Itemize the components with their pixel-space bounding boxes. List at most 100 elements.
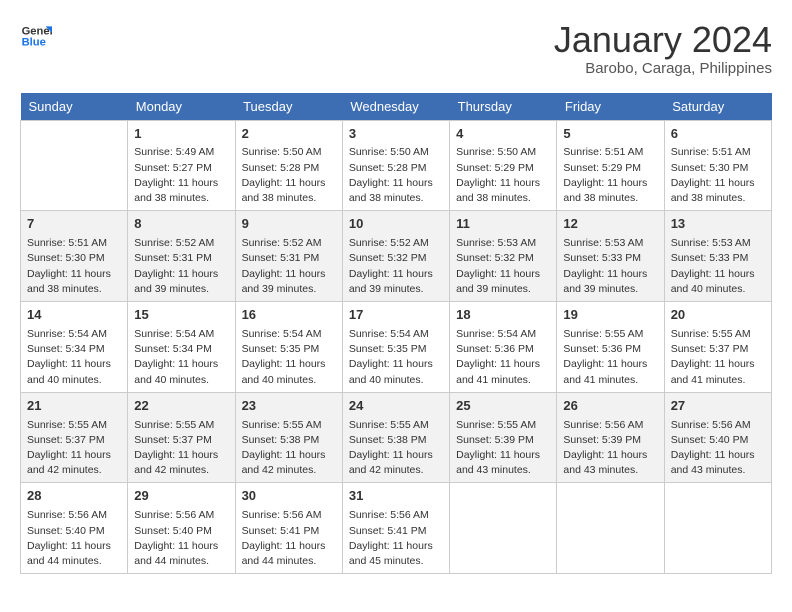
title-block: January 2024 Barobo, Caraga, Philippines <box>554 20 772 77</box>
day-info: Sunrise: 5:56 AM Sunset: 5:39 PM Dayligh… <box>563 418 657 479</box>
day-info: Sunrise: 5:54 AM Sunset: 5:35 PM Dayligh… <box>242 327 336 388</box>
day-info: Sunrise: 5:54 AM Sunset: 5:34 PM Dayligh… <box>27 327 121 388</box>
calendar-cell: 14 Sunrise: 5:54 AM Sunset: 5:34 PM Dayli… <box>21 302 128 393</box>
day-info: Sunrise: 5:54 AM Sunset: 5:36 PM Dayligh… <box>456 327 550 388</box>
calendar-cell: 7 Sunrise: 5:51 AM Sunset: 5:30 PM Daylig… <box>21 211 128 302</box>
day-number: 9 <box>242 215 336 234</box>
calendar-table: SundayMondayTuesdayWednesdayThursdayFrid… <box>20 93 772 575</box>
day-info: Sunrise: 5:53 AM Sunset: 5:33 PM Dayligh… <box>563 236 657 297</box>
calendar-cell <box>21 120 128 211</box>
day-number: 14 <box>27 306 121 325</box>
calendar-cell: 29 Sunrise: 5:56 AM Sunset: 5:40 PM Dayli… <box>128 483 235 574</box>
calendar-cell: 21 Sunrise: 5:55 AM Sunset: 5:37 PM Dayli… <box>21 392 128 483</box>
day-info: Sunrise: 5:50 AM Sunset: 5:28 PM Dayligh… <box>349 145 443 206</box>
calendar-header: SundayMondayTuesdayWednesdayThursdayFrid… <box>21 93 772 121</box>
day-info: Sunrise: 5:52 AM Sunset: 5:31 PM Dayligh… <box>242 236 336 297</box>
day-info: Sunrise: 5:50 AM Sunset: 5:28 PM Dayligh… <box>242 145 336 206</box>
calendar-body: 1Sunrise: 5:49 AM Sunset: 5:27 PM Daylig… <box>21 120 772 574</box>
day-number: 19 <box>563 306 657 325</box>
day-info: Sunrise: 5:55 AM Sunset: 5:36 PM Dayligh… <box>563 327 657 388</box>
day-number: 15 <box>134 306 228 325</box>
day-number: 24 <box>349 397 443 416</box>
week-row-2: 7 Sunrise: 5:51 AM Sunset: 5:30 PM Daylig… <box>21 211 772 302</box>
day-info: Sunrise: 5:51 AM Sunset: 5:30 PM Dayligh… <box>27 236 121 297</box>
logo-icon: General Blue <box>20 20 52 52</box>
day-info: Sunrise: 5:55 AM Sunset: 5:37 PM Dayligh… <box>27 418 121 479</box>
day-number: 18 <box>456 306 550 325</box>
day-info: Sunrise: 5:51 AM Sunset: 5:29 PM Dayligh… <box>563 145 657 206</box>
day-info: Sunrise: 5:56 AM Sunset: 5:40 PM Dayligh… <box>134 508 228 569</box>
calendar-cell: 16Sunrise: 5:54 AM Sunset: 5:35 PM Dayli… <box>235 302 342 393</box>
calendar-cell: 15 Sunrise: 5:54 AM Sunset: 5:34 PM Dayli… <box>128 302 235 393</box>
calendar-cell: 17 Sunrise: 5:54 AM Sunset: 5:35 PM Dayli… <box>342 302 449 393</box>
calendar-cell: 23 Sunrise: 5:55 AM Sunset: 5:38 PM Dayli… <box>235 392 342 483</box>
weekday-header-wednesday: Wednesday <box>342 93 449 121</box>
day-number: 7 <box>27 215 121 234</box>
day-info: Sunrise: 5:52 AM Sunset: 5:31 PM Dayligh… <box>134 236 228 297</box>
calendar-cell: 12Sunrise: 5:53 AM Sunset: 5:33 PM Dayli… <box>557 211 664 302</box>
day-info: Sunrise: 5:54 AM Sunset: 5:35 PM Dayligh… <box>349 327 443 388</box>
day-number: 30 <box>242 487 336 506</box>
day-info: Sunrise: 5:55 AM Sunset: 5:37 PM Dayligh… <box>134 418 228 479</box>
calendar-cell <box>557 483 664 574</box>
day-number: 31 <box>349 487 443 506</box>
day-number: 4 <box>456 125 550 144</box>
calendar-cell: 2Sunrise: 5:50 AM Sunset: 5:28 PM Daylig… <box>235 120 342 211</box>
day-info: Sunrise: 5:49 AM Sunset: 5:27 PM Dayligh… <box>134 145 228 206</box>
calendar-cell: 20 Sunrise: 5:55 AM Sunset: 5:37 PM Dayli… <box>664 302 771 393</box>
day-number: 21 <box>27 397 121 416</box>
calendar-cell: 25Sunrise: 5:55 AM Sunset: 5:39 PM Dayli… <box>450 392 557 483</box>
calendar-cell: 4Sunrise: 5:50 AM Sunset: 5:29 PM Daylig… <box>450 120 557 211</box>
day-number: 29 <box>134 487 228 506</box>
calendar-cell: 1Sunrise: 5:49 AM Sunset: 5:27 PM Daylig… <box>128 120 235 211</box>
day-info: Sunrise: 5:55 AM Sunset: 5:38 PM Dayligh… <box>349 418 443 479</box>
weekday-header-friday: Friday <box>557 93 664 121</box>
day-number: 27 <box>671 397 765 416</box>
week-row-1: 1Sunrise: 5:49 AM Sunset: 5:27 PM Daylig… <box>21 120 772 211</box>
day-number: 10 <box>349 215 443 234</box>
day-info: Sunrise: 5:54 AM Sunset: 5:34 PM Dayligh… <box>134 327 228 388</box>
calendar-cell: 9 Sunrise: 5:52 AM Sunset: 5:31 PM Daylig… <box>235 211 342 302</box>
calendar-cell: 5Sunrise: 5:51 AM Sunset: 5:29 PM Daylig… <box>557 120 664 211</box>
day-number: 2 <box>242 125 336 144</box>
day-number: 11 <box>456 215 550 234</box>
day-number: 5 <box>563 125 657 144</box>
day-number: 23 <box>242 397 336 416</box>
day-number: 6 <box>671 125 765 144</box>
day-number: 28 <box>27 487 121 506</box>
calendar-cell: 28Sunrise: 5:56 AM Sunset: 5:40 PM Dayli… <box>21 483 128 574</box>
day-number: 26 <box>563 397 657 416</box>
calendar-cell: 8 Sunrise: 5:52 AM Sunset: 5:31 PM Daylig… <box>128 211 235 302</box>
day-number: 13 <box>671 215 765 234</box>
weekday-header-row: SundayMondayTuesdayWednesdayThursdayFrid… <box>21 93 772 121</box>
weekday-header-monday: Monday <box>128 93 235 121</box>
weekday-header-tuesday: Tuesday <box>235 93 342 121</box>
week-row-5: 28 Sunrise: 5:56 AM Sunset: 5:40 PM Dayli… <box>21 483 772 574</box>
calendar-cell <box>664 483 771 574</box>
day-info: Sunrise: 5:50 AM Sunset: 5:29 PM Dayligh… <box>456 145 550 206</box>
day-info: Sunrise: 5:55 AM Sunset: 5:37 PM Dayligh… <box>671 327 765 388</box>
calendar-cell: 3Sunrise: 5:50 AM Sunset: 5:28 PM Daylig… <box>342 120 449 211</box>
page-header: General Blue January 2024 Barobo, Caraga… <box>20 20 772 77</box>
calendar-title: January 2024 <box>554 20 772 60</box>
weekday-header-saturday: Saturday <box>664 93 771 121</box>
day-info: Sunrise: 5:56 AM Sunset: 5:41 PM Dayligh… <box>242 508 336 569</box>
day-info: Sunrise: 5:53 AM Sunset: 5:32 PM Dayligh… <box>456 236 550 297</box>
calendar-cell: 6Sunrise: 5:51 AM Sunset: 5:30 PM Daylig… <box>664 120 771 211</box>
svg-text:Blue: Blue <box>22 37 46 49</box>
week-row-4: 21 Sunrise: 5:55 AM Sunset: 5:37 PM Dayli… <box>21 392 772 483</box>
day-number: 8 <box>134 215 228 234</box>
logo: General Blue <box>20 20 52 52</box>
calendar-cell: 26 Sunrise: 5:56 AM Sunset: 5:39 PM Dayli… <box>557 392 664 483</box>
day-number: 25 <box>456 397 550 416</box>
day-number: 20 <box>671 306 765 325</box>
day-info: Sunrise: 5:52 AM Sunset: 5:32 PM Dayligh… <box>349 236 443 297</box>
day-info: Sunrise: 5:53 AM Sunset: 5:33 PM Dayligh… <box>671 236 765 297</box>
calendar-cell: 27Sunrise: 5:56 AM Sunset: 5:40 PM Dayli… <box>664 392 771 483</box>
day-info: Sunrise: 5:55 AM Sunset: 5:38 PM Dayligh… <box>242 418 336 479</box>
calendar-cell: 18 Sunrise: 5:54 AM Sunset: 5:36 PM Dayli… <box>450 302 557 393</box>
day-number: 17 <box>349 306 443 325</box>
calendar-cell: 30 Sunrise: 5:56 AM Sunset: 5:41 PM Dayli… <box>235 483 342 574</box>
day-info: Sunrise: 5:56 AM Sunset: 5:41 PM Dayligh… <box>349 508 443 569</box>
day-number: 3 <box>349 125 443 144</box>
